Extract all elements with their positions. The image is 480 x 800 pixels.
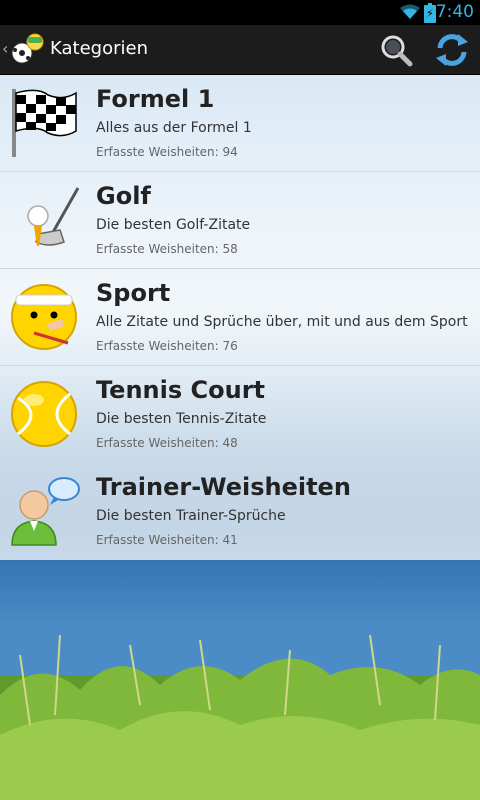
golf-club-icon <box>27 187 80 246</box>
category-description: Die besten Tennis-Zitate <box>96 411 267 427</box>
grass-image <box>0 635 480 800</box>
clock: 7:40 <box>435 2 474 22</box>
category-name: Formel 1 <box>96 85 215 113</box>
category-description: Die besten Trainer-Sprüche <box>96 508 286 524</box>
category-description: Die besten Golf-Zitate <box>96 217 251 233</box>
category-count: Erfasste Weisheiten: 48 <box>96 436 238 450</box>
category-description: Alle Zitate und Sprüche über, mit und au… <box>96 314 468 330</box>
up-icon[interactable]: ‹ <box>2 39 8 58</box>
refresh-icon[interactable] <box>432 30 472 70</box>
action-bar: ‹ Kategorien <box>0 25 480 75</box>
category-name: Golf <box>96 182 151 210</box>
category-name: Trainer-Weisheiten <box>96 473 351 501</box>
injured-smiley-icon <box>11 284 77 350</box>
search-icon[interactable] <box>376 30 416 70</box>
checkered-flag-icon <box>12 89 77 157</box>
list-item-trainer-weisheiten[interactable]: Trainer-Weisheiten Die besten Trainer-Sp… <box>0 463 480 560</box>
trainer-speech-icon <box>11 477 80 546</box>
list-item-golf[interactable]: Golf Die besten Golf-Zitate Erfasste Wei… <box>0 172 480 269</box>
category-list: Formel 1 Alles aus der Formel 1 Erfasste… <box>0 75 480 560</box>
category-count: Erfasste Weisheiten: 94 <box>96 145 238 159</box>
page-title: Kategorien <box>50 38 148 59</box>
list-item-sport[interactable]: Sport Alle Zitate und Sprüche über, mit … <box>0 269 480 366</box>
list-item-formel-1[interactable]: Formel 1 Alles aus der Formel 1 Erfasste… <box>0 75 480 172</box>
status-bar: ⚡ 7:40 <box>0 0 480 25</box>
category-count: Erfasste Weisheiten: 41 <box>96 533 238 547</box>
category-description: Alles aus der Formel 1 <box>96 120 252 136</box>
category-name: Tennis Court <box>96 376 265 404</box>
wifi-icon <box>400 4 420 19</box>
tennis-ball-icon <box>11 381 77 447</box>
list-item-tennis-court[interactable]: Tennis Court Die besten Tennis-Zitate Er… <box>0 366 480 463</box>
category-count: Erfasste Weisheiten: 76 <box>96 339 238 353</box>
battery-charging-icon: ⚡ <box>424 3 436 23</box>
category-name: Sport <box>96 279 171 307</box>
category-count: Erfasste Weisheiten: 58 <box>96 242 238 256</box>
app-logo-icon[interactable] <box>10 33 44 65</box>
